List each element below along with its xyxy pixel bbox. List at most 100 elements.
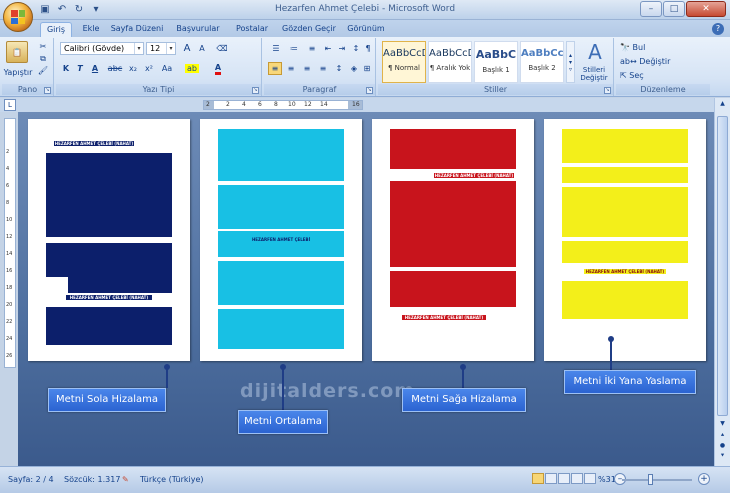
- ruler-tick: 4: [242, 101, 246, 108]
- clear-format-icon[interactable]: ⌫: [214, 42, 230, 55]
- scroll-down-icon[interactable]: ▼: [717, 420, 728, 430]
- vruler-tick: 12: [6, 234, 13, 240]
- next-page-icon[interactable]: ⯆: [717, 452, 728, 462]
- decrease-indent-icon[interactable]: ⇤: [322, 42, 334, 55]
- maximize-button[interactable]: □: [663, 1, 685, 17]
- select-button[interactable]: ⇱ Seç: [620, 69, 680, 82]
- superscript-button[interactable]: x²: [142, 62, 156, 75]
- shading-icon[interactable]: ◈: [348, 62, 360, 75]
- draft-view-icon[interactable]: [584, 473, 596, 484]
- page-1[interactable]: HEZARFEN AHMET ÇELEBİ (NAHAT) HEZARFEN A…: [28, 119, 190, 361]
- find-button[interactable]: 🔭 Bul: [620, 41, 680, 54]
- style-normal[interactable]: AaBbCcDc ¶ Normal: [382, 41, 426, 83]
- vertical-scrollbar[interactable]: ▲ ▼ ⯅ ● ⯆: [714, 98, 730, 466]
- outline-view-icon[interactable]: [571, 473, 583, 484]
- office-button[interactable]: [3, 2, 33, 32]
- close-button[interactable]: ✕: [686, 1, 726, 17]
- tab-sayfa-duzeni[interactable]: Sayfa Düzeni: [110, 22, 164, 37]
- tab-gozden-gecir[interactable]: Gözden Geçir: [280, 22, 338, 37]
- word-count[interactable]: Sözcük: 1.317: [64, 475, 120, 484]
- align-right-icon[interactable]: ≡: [300, 62, 314, 75]
- italic-button[interactable]: T: [74, 62, 86, 75]
- borders-icon[interactable]: ⊞: [361, 62, 373, 75]
- print-layout-view-icon[interactable]: [532, 473, 544, 484]
- page-heading: HEZARFEN AHMET ÇELEBİ (NAHAT): [66, 295, 152, 300]
- underline-button[interactable]: A: [88, 62, 102, 75]
- styles-launcher-icon[interactable]: ↘: [604, 87, 611, 94]
- style-sample: AaBbCcDc: [429, 48, 471, 59]
- change-styles-button[interactable]: Stilleri Değiştir: [576, 64, 612, 84]
- clipboard-launcher-icon[interactable]: ↘: [44, 87, 51, 94]
- font-name-combo[interactable]: Calibri (Gövde) ▾: [60, 42, 144, 55]
- pilcrow-icon[interactable]: ¶: [363, 42, 373, 55]
- style-sample: AaBbC: [475, 48, 517, 61]
- ribbon-tabs: Giriş Ekle Sayfa Düzeni Başvurular Posta…: [0, 20, 730, 37]
- tab-gorunum[interactable]: Görünüm: [344, 22, 388, 37]
- font-color-icon[interactable]: A: [208, 62, 228, 75]
- tab-ekle[interactable]: Ekle: [78, 22, 104, 37]
- help-icon[interactable]: ?: [712, 23, 724, 35]
- multilevel-list-icon[interactable]: ≡: [304, 42, 320, 55]
- web-layout-view-icon[interactable]: [558, 473, 570, 484]
- tab-selector-button[interactable]: L: [4, 99, 16, 111]
- paste-button[interactable]: Yapıştır: [2, 66, 34, 78]
- cut-icon[interactable]: ✂: [36, 41, 50, 52]
- ruler-tick: 14: [320, 101, 328, 108]
- page-4[interactable]: HEZARFEN AHMET ÇELEBİ (NAHAT): [544, 119, 706, 361]
- zoom-slider[interactable]: [622, 479, 692, 481]
- language-indicator[interactable]: Türkçe (Türkiye): [140, 475, 204, 484]
- style-heading-2[interactable]: AaBbCc Başlık 2: [520, 41, 564, 83]
- numbering-icon[interactable]: ≔: [286, 42, 302, 55]
- document-area[interactable]: HEZARFEN AHMET ÇELEBİ (NAHAT) HEZARFEN A…: [18, 112, 714, 466]
- horizontal-ruler[interactable]: 2 2 4 6 8 10 12 14 16: [203, 100, 363, 110]
- bullets-icon[interactable]: ☰: [268, 42, 284, 55]
- change-case-button[interactable]: Aa: [158, 62, 176, 75]
- format-painter-icon[interactable]: 🖌: [36, 65, 50, 76]
- page-3[interactable]: HEZARFEN AHMET ÇELEBİ (NAHAT) HEZARFEN A…: [372, 119, 534, 361]
- page-count[interactable]: Sayfa: 2 / 4: [8, 475, 54, 484]
- tab-postalar[interactable]: Postalar: [232, 22, 272, 37]
- highlight-icon[interactable]: ab: [182, 62, 202, 75]
- text-block: [46, 153, 172, 237]
- copy-icon[interactable]: ⧉: [36, 53, 50, 64]
- subscript-button[interactable]: x₂: [126, 62, 140, 75]
- ruler-tick: 6: [258, 101, 262, 108]
- font-size-combo[interactable]: 12 ▾: [146, 42, 176, 55]
- sort-icon[interactable]: ↕: [350, 42, 362, 55]
- proofing-icon[interactable]: ✎: [122, 475, 129, 484]
- prev-page-icon[interactable]: ⯅: [717, 432, 728, 442]
- change-styles-icon[interactable]: A: [580, 40, 610, 64]
- justify-icon[interactable]: ≡: [316, 62, 330, 75]
- replace-button[interactable]: ab↔ Değiştir: [620, 55, 690, 68]
- style-no-spacing[interactable]: AaBbCcDc ¶ Aralık Yok: [428, 41, 472, 83]
- minimize-button[interactable]: –: [640, 1, 662, 17]
- zoom-in-button[interactable]: +: [698, 473, 710, 485]
- zoom-slider-thumb[interactable]: [648, 474, 653, 485]
- paste-icon[interactable]: 📋: [6, 41, 28, 63]
- text-block: [562, 167, 688, 183]
- callout-align-left: Metni Sola Hizalama: [48, 388, 166, 412]
- vertical-ruler[interactable]: 2 4 6 8 10 12 14 16 18 20 22 24 26: [4, 118, 16, 368]
- styles-scroll[interactable]: ▴ ▾ ▿: [566, 41, 575, 83]
- bold-button[interactable]: K: [60, 62, 72, 75]
- full-screen-view-icon[interactable]: [545, 473, 557, 484]
- scroll-thumb[interactable]: [717, 116, 728, 416]
- tab-basvurular[interactable]: Başvurular: [172, 22, 224, 37]
- tab-giris[interactable]: Giriş: [40, 22, 72, 37]
- browse-object-icon[interactable]: ●: [717, 442, 728, 452]
- font-launcher-icon[interactable]: ↘: [252, 87, 259, 94]
- strikethrough-button[interactable]: abc: [106, 62, 124, 75]
- paragraph-launcher-icon[interactable]: ↘: [366, 87, 373, 94]
- ruler-tick: 16: [352, 101, 360, 108]
- grow-font-button[interactable]: A: [180, 42, 194, 55]
- align-left-icon[interactable]: ≡: [268, 62, 282, 75]
- style-heading-1[interactable]: AaBbC Başlık 1: [474, 41, 518, 83]
- scroll-up-icon[interactable]: ▲: [717, 100, 728, 110]
- shrink-font-button[interactable]: A: [195, 42, 209, 55]
- increase-indent-icon[interactable]: ⇥: [336, 42, 348, 55]
- page-2[interactable]: HEZARFEN AHMET ÇELEBİ (NAHAT): [200, 119, 362, 361]
- line-spacing-icon[interactable]: ↕: [332, 62, 346, 75]
- text-block: [562, 129, 688, 163]
- align-center-icon[interactable]: ≡: [284, 62, 298, 75]
- window-title: Hezarfen Ahmet Çelebi - Microsoft Word: [274, 4, 456, 14]
